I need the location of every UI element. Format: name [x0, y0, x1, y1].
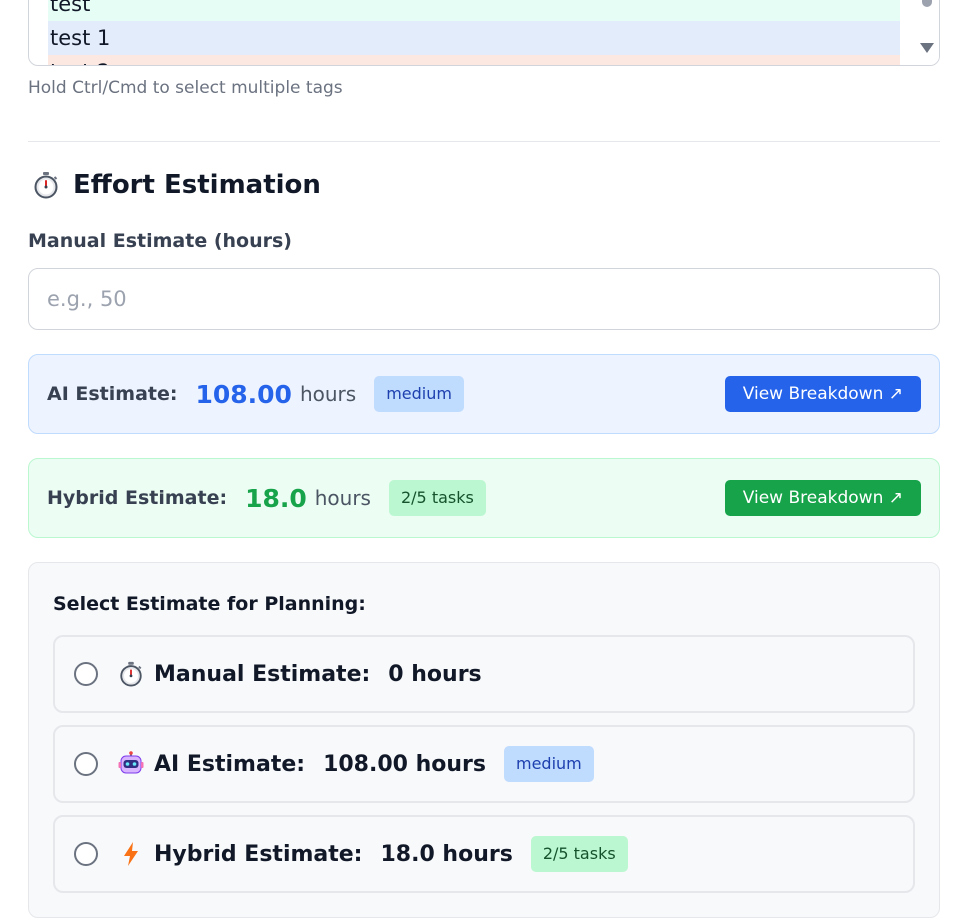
section-divider — [28, 141, 940, 142]
ai-estimate-card: AI Estimate: 108.00 hours medium View Br… — [28, 354, 940, 434]
ai-estimate-value: 108.00 — [195, 379, 292, 409]
stopwatch-icon — [34, 172, 58, 199]
stopwatch-icon — [120, 661, 142, 687]
complexity-badge: medium — [374, 376, 464, 412]
tag-select[interactable]: test test 1 test 2 — [28, 0, 940, 66]
manual-estimate-label: Manual Estimate (hours) — [28, 230, 292, 252]
complexity-badge: medium — [504, 746, 594, 782]
ai-view-breakdown-button[interactable]: View Breakdown ↗ — [724, 376, 921, 412]
option-label: AI Estimate: — [154, 751, 306, 777]
planning-option-hybrid[interactable]: Hybrid Estimate: 18.0 hours 2/5 tasks — [53, 815, 915, 893]
hybrid-view-breakdown-button[interactable]: View Breakdown ↗ — [724, 480, 921, 516]
radio-ai[interactable] — [74, 752, 98, 776]
planning-option-ai[interactable]: AI Estimate: 108.00 hours medium — [53, 725, 915, 803]
section-title: Effort Estimation — [32, 170, 321, 200]
option-label: Manual Estimate: — [154, 661, 371, 687]
scrollbar[interactable] — [915, 0, 939, 65]
ai-estimate-label: AI Estimate: — [47, 383, 178, 405]
tag-option[interactable]: test 2 — [48, 55, 900, 65]
hybrid-estimate-value: 18.0 — [245, 483, 307, 513]
radio-manual[interactable] — [74, 662, 98, 686]
lightning-icon — [124, 842, 138, 866]
radio-hybrid[interactable] — [74, 842, 98, 866]
hybrid-estimate-card: Hybrid Estimate: 18.0 hours 2/5 tasks Vi… — [28, 458, 940, 538]
ai-estimate-unit: hours — [299, 382, 357, 406]
robot-icon — [118, 751, 144, 774]
option-value: 18.0 hours — [380, 841, 513, 867]
scrollbar-thumb[interactable] — [922, 0, 932, 7]
manual-estimate-input[interactable] — [28, 268, 940, 330]
scroll-down-arrow-icon[interactable] — [920, 43, 934, 53]
tag-options-list[interactable]: test test 1 test 2 — [48, 0, 900, 65]
hybrid-estimate-unit: hours — [314, 486, 371, 510]
option-value: 108.00 hours — [323, 751, 486, 777]
section-title-text: Effort Estimation — [73, 170, 321, 200]
tasks-badge: 2/5 tasks — [388, 480, 486, 516]
planning-option-manual[interactable]: Manual Estimate: 0 hours — [53, 635, 915, 713]
planning-panel-title: Select Estimate for Planning: — [53, 593, 366, 615]
option-label: Hybrid Estimate: — [154, 841, 363, 867]
option-value: 0 hours — [388, 661, 482, 687]
planning-estimate-panel: Select Estimate for Planning: Manual Est… — [28, 562, 940, 918]
tag-option[interactable]: test — [48, 0, 900, 21]
tasks-badge: 2/5 tasks — [530, 836, 628, 872]
hybrid-estimate-label: Hybrid Estimate: — [47, 487, 228, 509]
tag-option[interactable]: test 1 — [48, 21, 900, 55]
tag-select-hint: Hold Ctrl/Cmd to select multiple tags — [28, 78, 343, 98]
